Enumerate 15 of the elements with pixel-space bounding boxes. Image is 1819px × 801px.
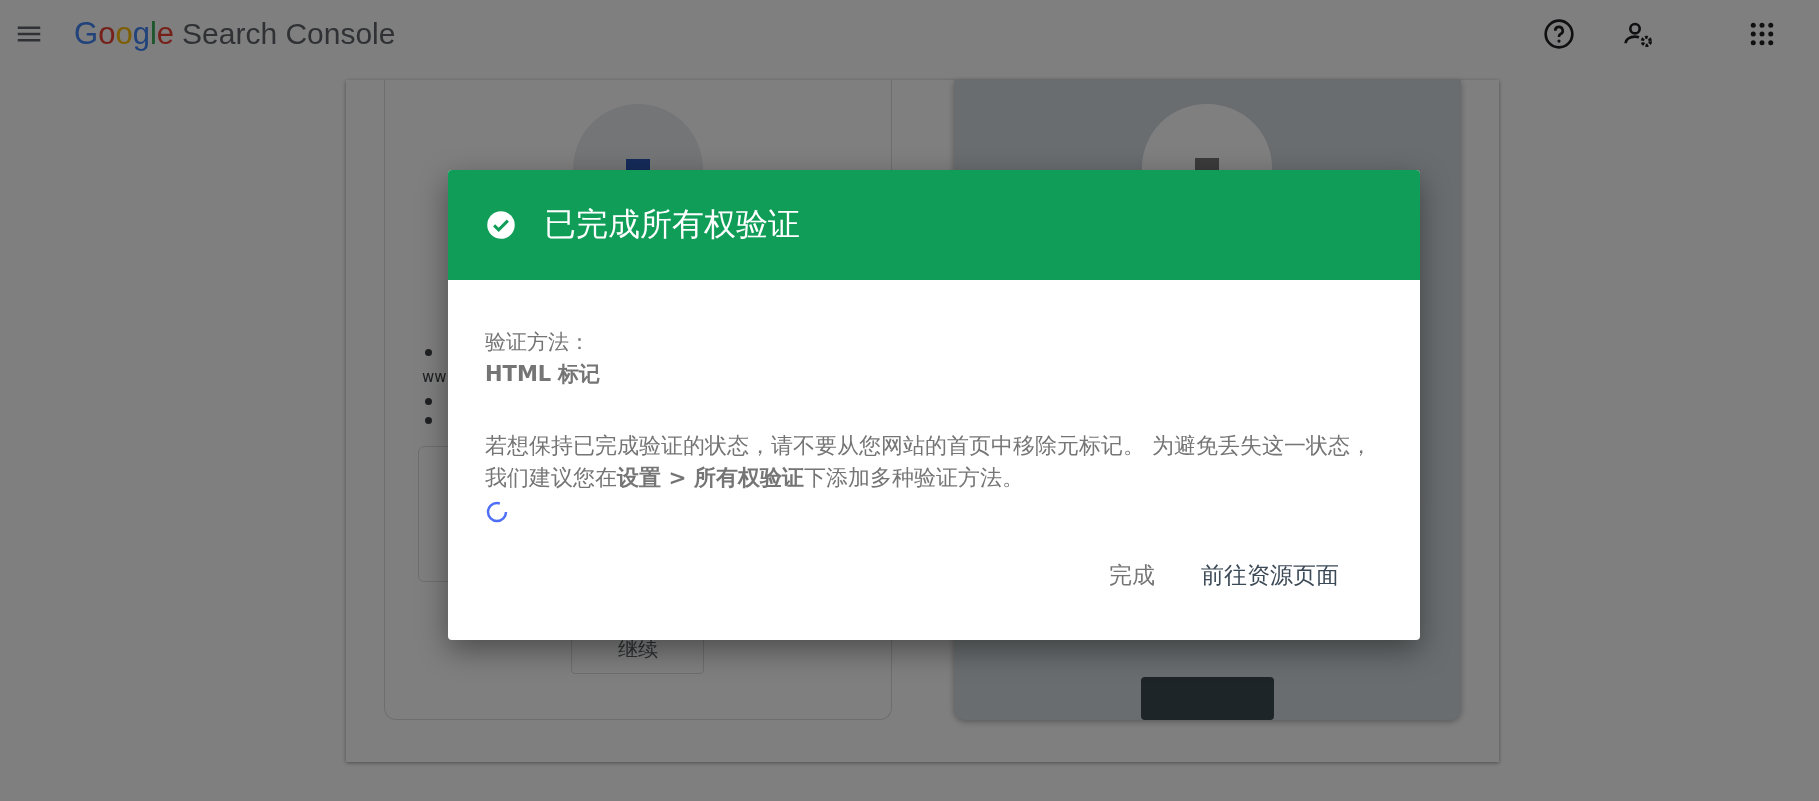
bullet-icon bbox=[425, 417, 432, 424]
continue-button[interactable] bbox=[1140, 676, 1274, 720]
bullet-icon bbox=[425, 349, 432, 356]
dialog-button[interactable]: 前往资源页面 bbox=[1193, 554, 1347, 597]
method-label: 验证方法： bbox=[485, 329, 591, 356]
text-fragment: ww bbox=[422, 368, 447, 386]
help-icon[interactable] bbox=[1543, 18, 1575, 50]
check-circle-icon bbox=[486, 210, 516, 240]
product-name: Search Console bbox=[182, 17, 396, 51]
bullet-icon bbox=[425, 398, 432, 405]
dialog-title: 已完成所有权验证 bbox=[544, 204, 800, 245]
dialog-button[interactable]: 完成 bbox=[1101, 554, 1163, 597]
google-logo: Google bbox=[74, 16, 174, 52]
method-value: HTML 标记 bbox=[485, 361, 602, 388]
dialog-message: 若想保持已完成验证的状态，请不要从您网站的首页中移除元标记。 为避免丢失这一状态，我们建议您在设置 > 所有权验证下添加多种验证方法。 bbox=[485, 432, 1373, 492]
